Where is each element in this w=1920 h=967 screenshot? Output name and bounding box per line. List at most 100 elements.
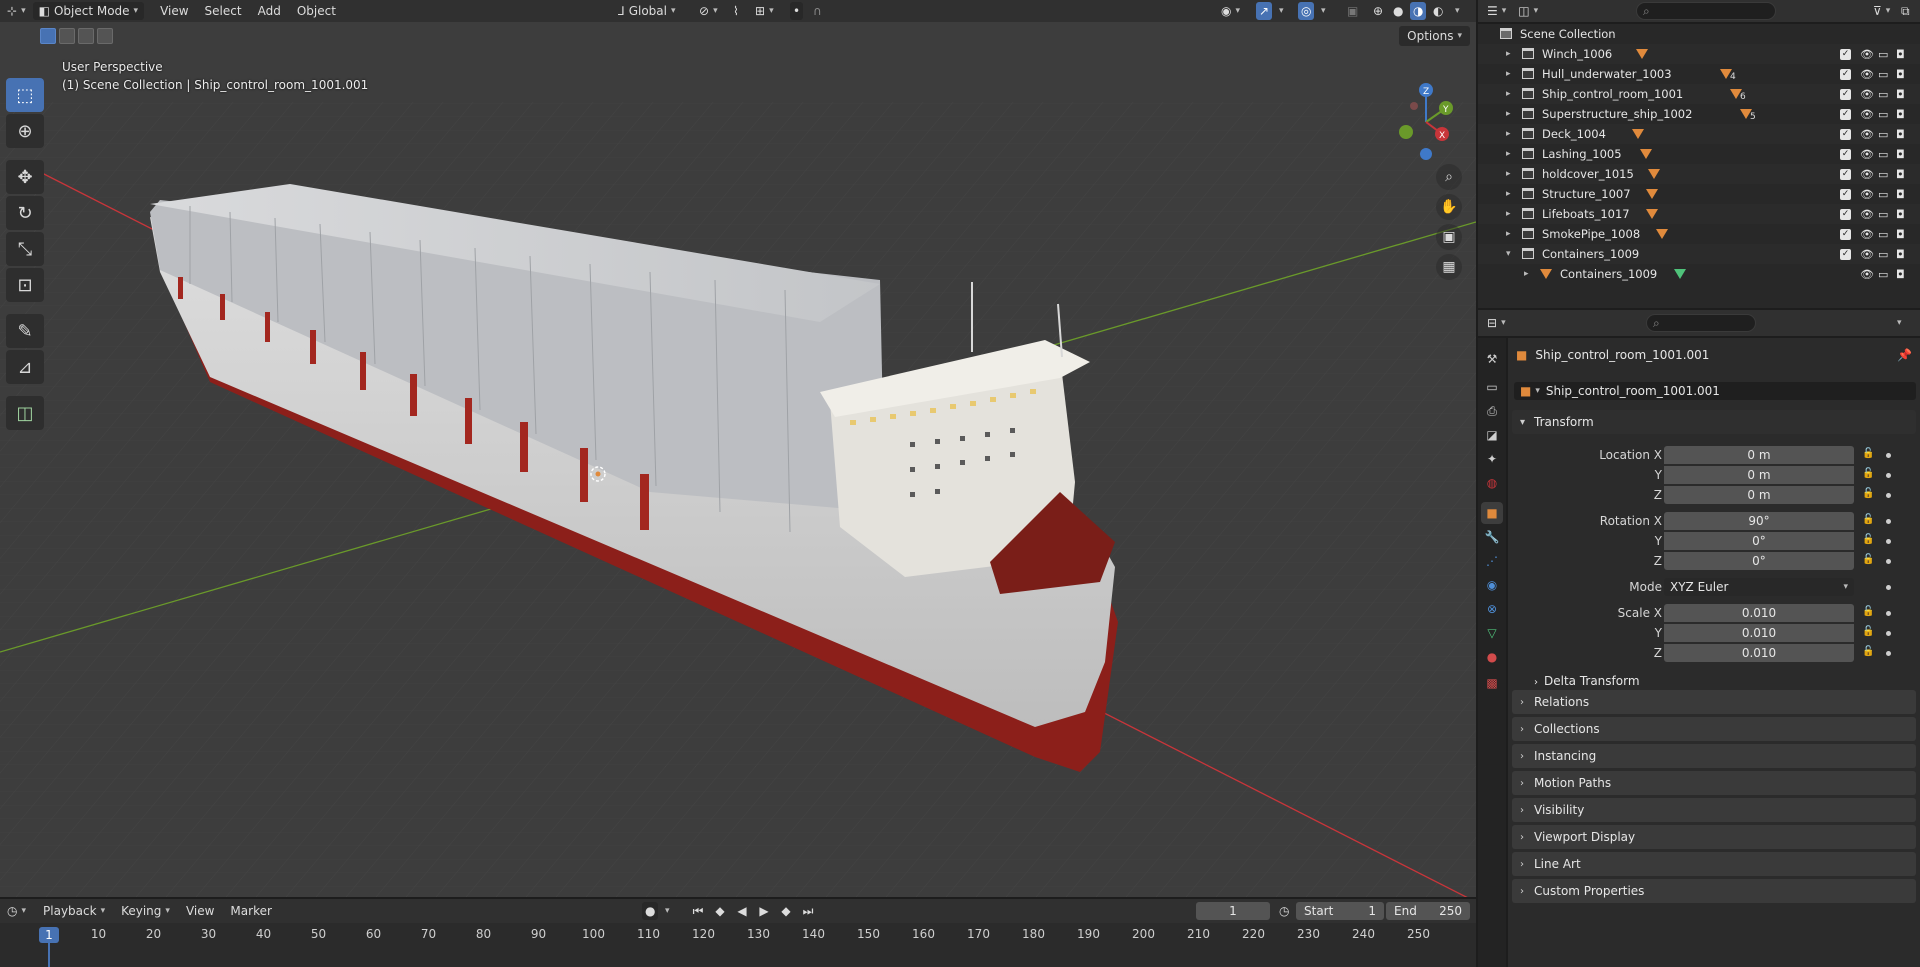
outliner-row[interactable]: ▸ Winch_1006 ✓ 👁 ▭ ◘	[1478, 44, 1920, 64]
outliner-row[interactable]: ▸ holdcover_1015 ✓ 👁 ▭ ◘	[1478, 164, 1920, 184]
tab-view-layer[interactable]: ◪	[1481, 424, 1503, 446]
current-frame-field[interactable]: 1	[1196, 902, 1270, 920]
camera-view-button[interactable]: ▣	[1436, 224, 1462, 250]
camera-icon[interactable]: ◘	[1896, 128, 1905, 141]
scale-tool[interactable]: ⤡	[6, 232, 44, 266]
3d-viewport[interactable]: User Perspective (1) Scene Collection | …	[0, 22, 1476, 897]
eye-icon[interactable]: 👁	[1860, 68, 1874, 81]
timeline-area[interactable]: 10 20 30 40 50 60 70 80 90 100 110 120 130 140 150 160 1…	[0, 923, 1476, 967]
exclude-checkbox[interactable]: ✓	[1840, 68, 1851, 80]
eye-icon[interactable]: 👁	[1860, 48, 1874, 61]
move-tool[interactable]: ✥	[6, 160, 44, 194]
chevron-right-icon[interactable]: ▸	[1506, 129, 1511, 139]
chevron-right-icon[interactable]: ▸	[1506, 229, 1511, 239]
properties-options-button[interactable]: ▾	[1894, 314, 1905, 332]
eye-icon[interactable]: 👁	[1860, 148, 1874, 161]
tab-render[interactable]: ▭	[1481, 376, 1503, 398]
eye-icon[interactable]: 👁	[1860, 128, 1874, 141]
select-new-button[interactable]	[40, 28, 56, 44]
menu-keying[interactable]: Keying ▾	[113, 902, 178, 920]
camera-icon[interactable]: ◘	[1896, 188, 1905, 201]
lock-icon[interactable]: 🔓	[1862, 488, 1874, 499]
auto-keying-toggle[interactable]: ●	[642, 902, 659, 920]
monitor-icon[interactable]: ▭	[1878, 248, 1888, 261]
keyframe-dot[interactable]	[1886, 493, 1891, 498]
eye-icon[interactable]: 👁	[1860, 88, 1874, 101]
outliner-row[interactable]: ▸ SmokePipe_1008 ✓ 👁 ▭ ◘	[1478, 224, 1920, 244]
select-intersect-button[interactable]	[97, 28, 113, 44]
keyframe-dot[interactable]	[1886, 453, 1891, 458]
keyframe-dot[interactable]	[1886, 539, 1891, 544]
keyframe-dot[interactable]	[1886, 473, 1891, 478]
keying-set-button[interactable]: ▾	[662, 902, 673, 920]
scene-collection-row[interactable]: Scene Collection	[1478, 24, 1920, 44]
rotate-tool[interactable]: ↻	[6, 196, 44, 230]
outliner-row[interactable]: ▾ Containers_1009 ✓ 👁 ▭ ◘	[1478, 244, 1920, 264]
prev-keyframe-button[interactable]: ◆	[710, 902, 730, 920]
location-z-field[interactable]: 0 m	[1664, 486, 1854, 504]
lock-icon[interactable]: 🔓	[1862, 514, 1874, 525]
zoom-button[interactable]: ⌕	[1436, 164, 1462, 190]
keyframe-dot[interactable]	[1886, 631, 1891, 636]
select-subtract-button[interactable]	[78, 28, 94, 44]
exclude-checkbox[interactable]: ✓	[1840, 128, 1851, 140]
location-x-field[interactable]: 0 m	[1664, 446, 1854, 464]
monitor-icon[interactable]: ▭	[1878, 108, 1888, 121]
tab-object[interactable]: ■	[1481, 502, 1503, 524]
shading-wireframe[interactable]: ⊕	[1370, 2, 1386, 20]
lock-icon[interactable]: 🔓	[1862, 606, 1874, 617]
pin-icon[interactable]: 📌	[1897, 348, 1912, 362]
gizmo-toggle[interactable]: ↗	[1256, 2, 1273, 20]
outliner-row[interactable]: ▸ Hull_underwater_1003 ✓ 👁 ▭ ◘ 4	[1478, 64, 1920, 84]
chevron-right-icon[interactable]: ▸	[1506, 49, 1511, 59]
exclude-checkbox[interactable]: ✓	[1840, 108, 1851, 120]
tab-physics[interactable]: ◉	[1481, 574, 1503, 596]
outliner-editor-type[interactable]: ☰ ▾	[1484, 2, 1509, 20]
playhead-frame[interactable]: 1	[39, 927, 59, 943]
chevron-right-icon[interactable]: ▸	[1506, 89, 1511, 99]
timeline-editor-type[interactable]: ◷ ▾	[4, 902, 29, 920]
outliner-row[interactable]: ▸ Ship_control_room_1001 ✓ 👁 ▭ ◘ 6	[1478, 84, 1920, 104]
lock-icon[interactable]: 🔓	[1862, 468, 1874, 479]
lock-icon[interactable]: 🔓	[1862, 534, 1874, 545]
outliner-row[interactable]: ▸ Lashing_1005 ✓ 👁 ▭ ◘	[1478, 144, 1920, 164]
overlays-settings[interactable]: ▾	[1318, 2, 1329, 20]
pan-button[interactable]: ✋	[1436, 194, 1462, 220]
transform-tool[interactable]: ⊡	[6, 268, 44, 302]
exclude-checkbox[interactable]: ✓	[1840, 48, 1851, 60]
shading-material[interactable]: ◑	[1410, 2, 1427, 20]
monitor-icon[interactable]: ▭	[1878, 148, 1888, 161]
tab-tool[interactable]: ⚒	[1481, 348, 1503, 370]
monitor-icon[interactable]: ▭	[1878, 228, 1888, 241]
exclude-checkbox[interactable]: ✓	[1840, 88, 1851, 100]
camera-icon[interactable]: ◘	[1896, 148, 1905, 161]
rotation-x-field[interactable]: 90°	[1664, 512, 1854, 530]
chevron-right-icon[interactable]: ▸	[1506, 69, 1511, 79]
new-collection-button[interactable]: ⧉	[1898, 2, 1913, 20]
exclude-checkbox[interactable]: ✓	[1840, 188, 1851, 200]
camera-icon[interactable]: ◘	[1896, 108, 1905, 121]
xray-toggle[interactable]: ▣	[1344, 2, 1361, 20]
menu-object[interactable]: Object	[289, 2, 344, 20]
tab-material[interactable]: ●	[1481, 646, 1503, 668]
tab-data[interactable]: ▽	[1481, 622, 1503, 644]
visibility-button[interactable]: ◉ ▾	[1218, 2, 1243, 20]
keyframe-dot[interactable]	[1886, 559, 1891, 564]
lock-icon[interactable]: 🔓	[1862, 448, 1874, 459]
camera-icon[interactable]: ◘	[1896, 168, 1905, 181]
gizmo-settings[interactable]: ▾	[1276, 2, 1287, 20]
monitor-icon[interactable]: ▭	[1878, 128, 1888, 141]
properties-search-input[interactable]: ⌕	[1646, 314, 1756, 332]
chevron-right-icon[interactable]: ▸	[1506, 169, 1511, 179]
overlays-toggle[interactable]: ◎	[1298, 2, 1315, 20]
eye-icon[interactable]: 👁	[1860, 188, 1874, 201]
panel-header[interactable]: › Line Art	[1512, 852, 1916, 876]
eye-icon[interactable]: 👁	[1860, 248, 1874, 261]
scale-y-field[interactable]: 0.010	[1664, 624, 1854, 642]
rotation-z-field[interactable]: 0°	[1664, 552, 1854, 570]
eye-icon[interactable]: 👁	[1860, 168, 1874, 181]
camera-icon[interactable]: ◘	[1896, 88, 1905, 101]
panel-header[interactable]: › Collections	[1512, 717, 1916, 741]
monitor-icon[interactable]: ▭	[1878, 208, 1888, 221]
monitor-icon[interactable]: ▭	[1878, 168, 1888, 181]
